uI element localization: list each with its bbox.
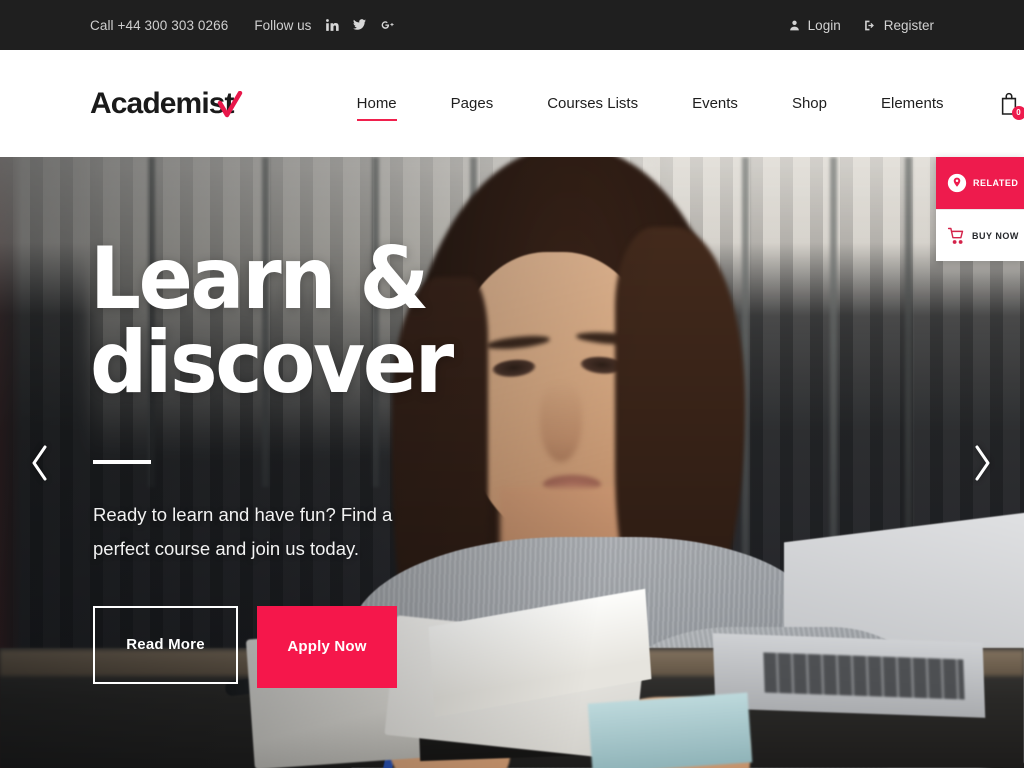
hero-buttons: Read More Apply Now [93, 605, 750, 688]
social-links: Follow us [254, 18, 395, 33]
register-icon [863, 19, 877, 32]
nav-item-events[interactable]: Events [665, 95, 765, 112]
slider-prev-arrow[interactable] [20, 438, 60, 488]
nav-item-courses-lists[interactable]: Courses Lists [520, 95, 665, 112]
nav-item-shop[interactable]: Shop [765, 95, 854, 112]
buy-now-label: BUY NOW [972, 230, 1019, 241]
site-header: Academist Home Pages Courses Lists Event… [0, 50, 1024, 157]
read-more-button[interactable]: Read More [93, 605, 238, 684]
follow-us-label: Follow us [254, 17, 312, 33]
top-bar-right: Login Register [788, 18, 934, 33]
hero-title: Learn & discover [90, 229, 454, 414]
slider-next-arrow[interactable] [962, 438, 1002, 488]
login-link[interactable]: Login [788, 18, 841, 33]
nav-item-elements[interactable]: Elements [854, 95, 971, 112]
nav-item-pages[interactable]: Pages [424, 95, 521, 112]
user-icon [788, 19, 801, 32]
floating-side-widget: RELATED BUY NOW [936, 157, 1024, 261]
cart-icon[interactable]: 0 [999, 92, 1024, 120]
buy-now-button[interactable]: BUY NOW [936, 209, 1024, 261]
shopping-cart-icon [947, 227, 966, 245]
nav-item-home[interactable]: Home [330, 95, 424, 121]
main-navigation: Home Pages Courses Lists Events Shop Ele… [330, 95, 971, 121]
phone-text: Call +44 300 303 0266 [90, 17, 229, 33]
hero-slider: Learn & discover Ready to learn and have… [0, 157, 1024, 768]
twitter-icon[interactable] [352, 18, 367, 33]
related-button[interactable]: RELATED [936, 157, 1024, 209]
cart-count-badge: 0 [1011, 105, 1024, 120]
register-link[interactable]: Register [863, 18, 934, 33]
hero-subtitle: Ready to learn and have fun? Find a perf… [93, 503, 393, 559]
googleplus-icon[interactable] [380, 18, 395, 33]
top-bar: Call +44 300 303 0266 Follow us Login Re… [0, 0, 1024, 50]
logo-text: Academist [90, 86, 235, 120]
hero-divider [93, 459, 151, 464]
login-label: Login [807, 17, 841, 33]
header-icons: 0 [999, 92, 1024, 120]
related-label: RELATED [973, 178, 1019, 188]
linkedin-icon[interactable] [324, 18, 339, 33]
hero-content: Learn & discover Ready to learn and have… [90, 157, 750, 768]
logo[interactable]: Academist [90, 86, 242, 121]
top-bar-left: Call +44 300 303 0266 Follow us [90, 18, 395, 33]
register-label: Register [883, 17, 934, 33]
location-pin-icon [947, 173, 967, 193]
apply-now-button[interactable]: Apply Now [257, 605, 397, 688]
